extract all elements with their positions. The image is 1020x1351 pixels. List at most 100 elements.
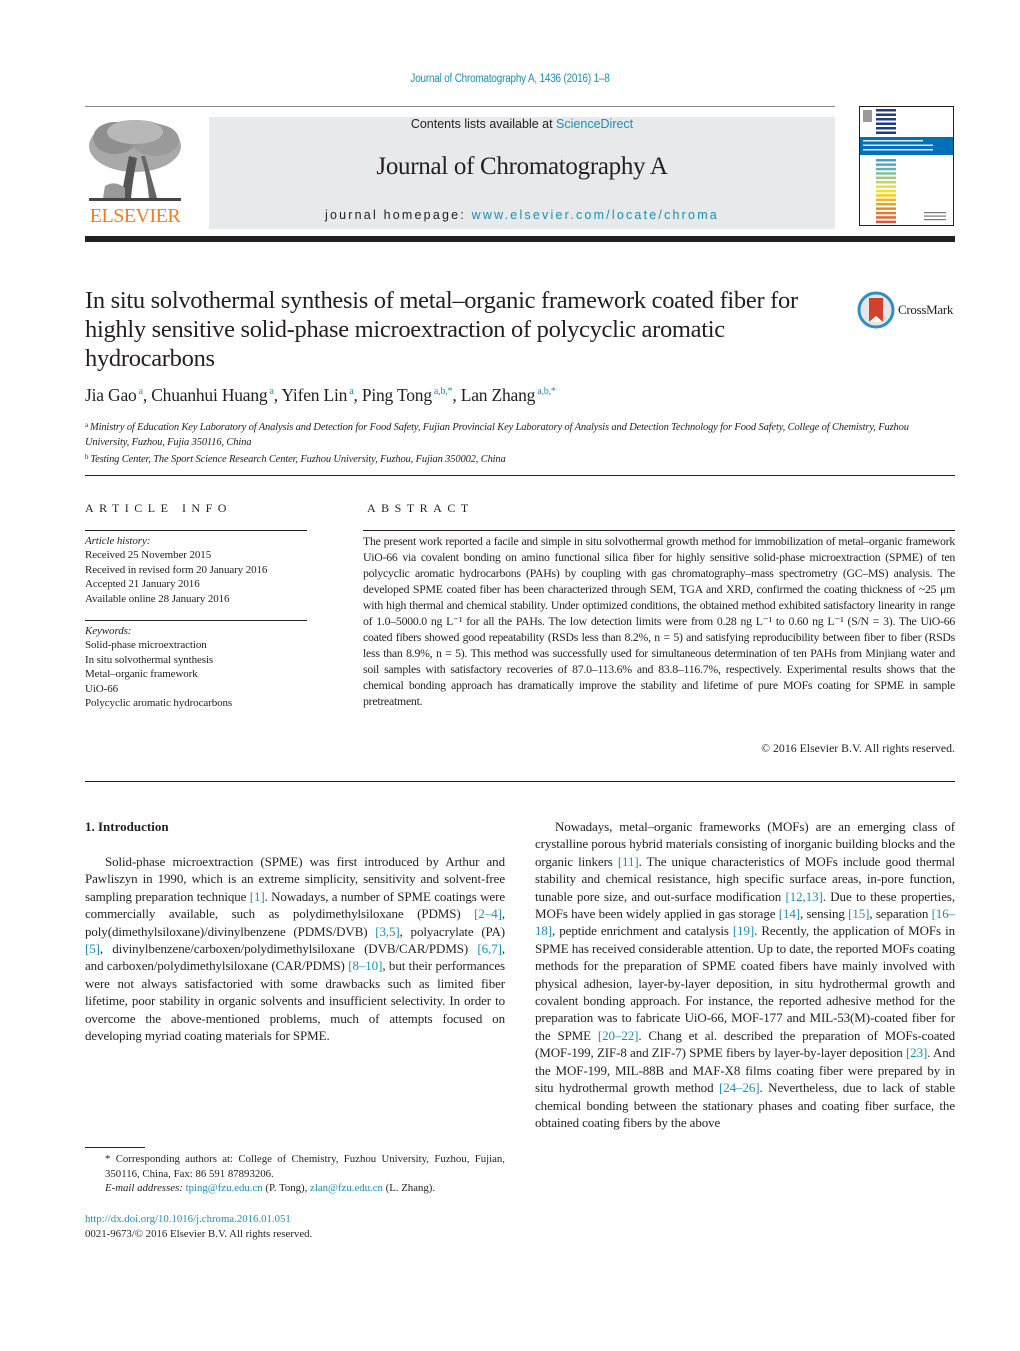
cover-stripe: [876, 216, 896, 219]
divider: [85, 620, 307, 621]
elsevier-logo[interactable]: ELSEVIER: [85, 116, 185, 228]
homepage-line: journal homepage: www.elsevier.com/locat…: [209, 208, 835, 222]
cover-footer-text: [924, 212, 946, 214]
citation-link[interactable]: [11]: [618, 854, 639, 869]
citation-link[interactable]: [12,13]: [786, 889, 823, 904]
cover-image: [860, 109, 953, 224]
email-link[interactable]: tping@fzu.edu.cn: [186, 1182, 263, 1194]
cover-stripe: [876, 109, 896, 112]
citation-link[interactable]: [1]: [250, 889, 265, 904]
article-info-heading: ARTICLE INFO: [85, 501, 232, 515]
email-line: E-mail addresses: tping@fzu.edu.cn (P. T…: [85, 1181, 505, 1196]
homepage-link[interactable]: www.elsevier.com/locate/chroma: [472, 208, 719, 222]
body-paragraph: Solid-phase microextraction (SPME) was f…: [85, 853, 505, 1044]
email-link[interactable]: zlan@fzu.edu.cn: [310, 1182, 383, 1194]
history-item: Available online 28 January 2016: [85, 592, 230, 605]
citation-link[interactable]: [3,5]: [375, 924, 400, 939]
section-heading-introduction: 1. Introduction: [85, 819, 169, 834]
keywords: Keywords: Solid-phase microextraction In…: [85, 624, 307, 710]
body-text: , polyacrylate (PA): [399, 923, 505, 939]
affiliation-a: a Ministry of Education Key Laboratory of…: [85, 418, 955, 450]
elsevier-wordmark: ELSEVIER: [89, 205, 181, 227]
history-label: Article history:: [85, 535, 151, 547]
abstract-copyright: © 2016 Elsevier B.V. All rights reserved…: [761, 741, 955, 755]
citation-link[interactable]: [23]: [906, 1045, 927, 1060]
author-affiliation-marker[interactable]: a,b,*: [537, 386, 556, 397]
affiliation-b: b Testing Center, The Sport Science Resea…: [85, 450, 955, 468]
footnote-rule: [85, 1147, 145, 1148]
corresponding-note: * Corresponding authors at: College of C…: [105, 1153, 505, 1180]
keyword-item: Solid-phase microextraction: [85, 639, 207, 652]
cover-stripe: [876, 198, 896, 202]
email-label: E-mail addresses:: [105, 1182, 186, 1195]
cover-stripe: [876, 176, 896, 180]
article-title: In situ solvothermal synthesis of metal–…: [85, 287, 798, 372]
elsevier-tree-icon: [89, 120, 181, 201]
cover-stripe: [876, 113, 896, 116]
citation-link[interactable]: [5]: [85, 941, 100, 956]
cover-stripe: [876, 167, 896, 171]
running-head[interactable]: Journal of Chromatography A, 1436 (2016)…: [71, 73, 948, 85]
sciencedirect-link[interactable]: ScienceDirect: [556, 117, 633, 131]
abstract-heading: ABSTRACT: [367, 501, 474, 515]
affiliations: a Ministry of Education Key Laboratory of…: [85, 418, 955, 468]
affiliation-key: a: [85, 421, 88, 429]
contents-prefix: Contents lists available at: [410, 117, 557, 131]
journal-cover-thumbnail[interactable]: [859, 106, 954, 226]
crossmark-label: CrossMark: [898, 302, 954, 317]
citation-link[interactable]: [2–4]: [474, 906, 502, 921]
doi-link[interactable]: http://dx.doi.org/10.1016/j.chroma.2016.…: [85, 1212, 312, 1227]
history-item: Accepted 21 January 2016: [85, 578, 200, 591]
cover-footer-text: [924, 215, 946, 217]
keyword-item: Polycyclic aromatic hydrocarbons: [85, 697, 233, 710]
body-text: . Recently, the application of MOFs in S…: [535, 923, 955, 1043]
journal-masthead: Contents lists available at ScienceDirec…: [209, 117, 835, 229]
cover-stripe: [876, 207, 896, 210]
cover-stripe: [876, 211, 896, 215]
divider: [85, 530, 307, 531]
doi-block: http://dx.doi.org/10.1016/j.chroma.2016.…: [85, 1212, 312, 1241]
affiliation-key: b: [85, 453, 89, 461]
cover-title-text: [863, 140, 923, 142]
author-name: Jia Gao: [85, 385, 137, 405]
history-item: Received 25 November 2015: [85, 549, 212, 562]
author-name: Lan Zhang: [460, 385, 536, 405]
homepage-prefix: journal homepage:: [325, 208, 472, 222]
article-history: Article history: Received 25 November 20…: [85, 534, 307, 606]
crossmark-icon: [857, 291, 895, 329]
cover-stripe: [876, 122, 896, 125]
keyword-item: In situ solvothermal synthesis: [85, 653, 214, 666]
cover-stripe: [876, 181, 896, 184]
cover-stripe: [876, 172, 896, 175]
citation-link[interactable]: [8–10]: [348, 958, 382, 973]
affiliation-text: Ministry of Education Key Laboratory of …: [85, 422, 909, 448]
cover-logo: [863, 110, 872, 122]
citation-link[interactable]: [19]: [733, 923, 754, 938]
header-rule: [85, 106, 835, 107]
cover-title-text: [863, 144, 933, 146]
body-text: , sensing: [800, 906, 849, 922]
cover-stripe: [876, 189, 896, 193]
crossmark-badge[interactable]: CrossMark: [857, 291, 957, 329]
citation-link[interactable]: [20–22]: [598, 1028, 639, 1043]
cover-stripe: [876, 220, 896, 224]
author-name: Chuanhui Huang: [151, 385, 268, 405]
cover-footer-text: [924, 219, 946, 221]
separator: ,: [142, 385, 152, 405]
affiliation-text: Testing Center, The Sport Science Resear…: [90, 454, 506, 465]
body-text: , peptide enrichment and catalysis: [552, 923, 733, 939]
citation-link[interactable]: [15]: [848, 906, 869, 921]
citation-link[interactable]: [6,7]: [477, 941, 502, 956]
cover-stripe: [876, 118, 896, 121]
keyword-item: Metal–organic framework: [85, 668, 198, 681]
author-list: Jia Gao a, Chuanhui Huang a, Yifen Lin a, P…: [85, 385, 556, 406]
citation-link[interactable]: [24–26]: [719, 1080, 760, 1095]
citation-link[interactable]: [14]: [779, 906, 800, 921]
keyword-item: UiO-66: [85, 682, 119, 695]
issn-line: 0021-9673/© 2016 Elsevier B.V. All right…: [85, 1227, 313, 1240]
author-affiliation-marker[interactable]: a,b,*: [434, 386, 453, 397]
keywords-label: Keywords:: [85, 625, 132, 637]
cover-stripe: [876, 203, 896, 206]
email-owner: (P. Tong),: [262, 1182, 311, 1195]
header-thick-rule: [85, 236, 955, 242]
